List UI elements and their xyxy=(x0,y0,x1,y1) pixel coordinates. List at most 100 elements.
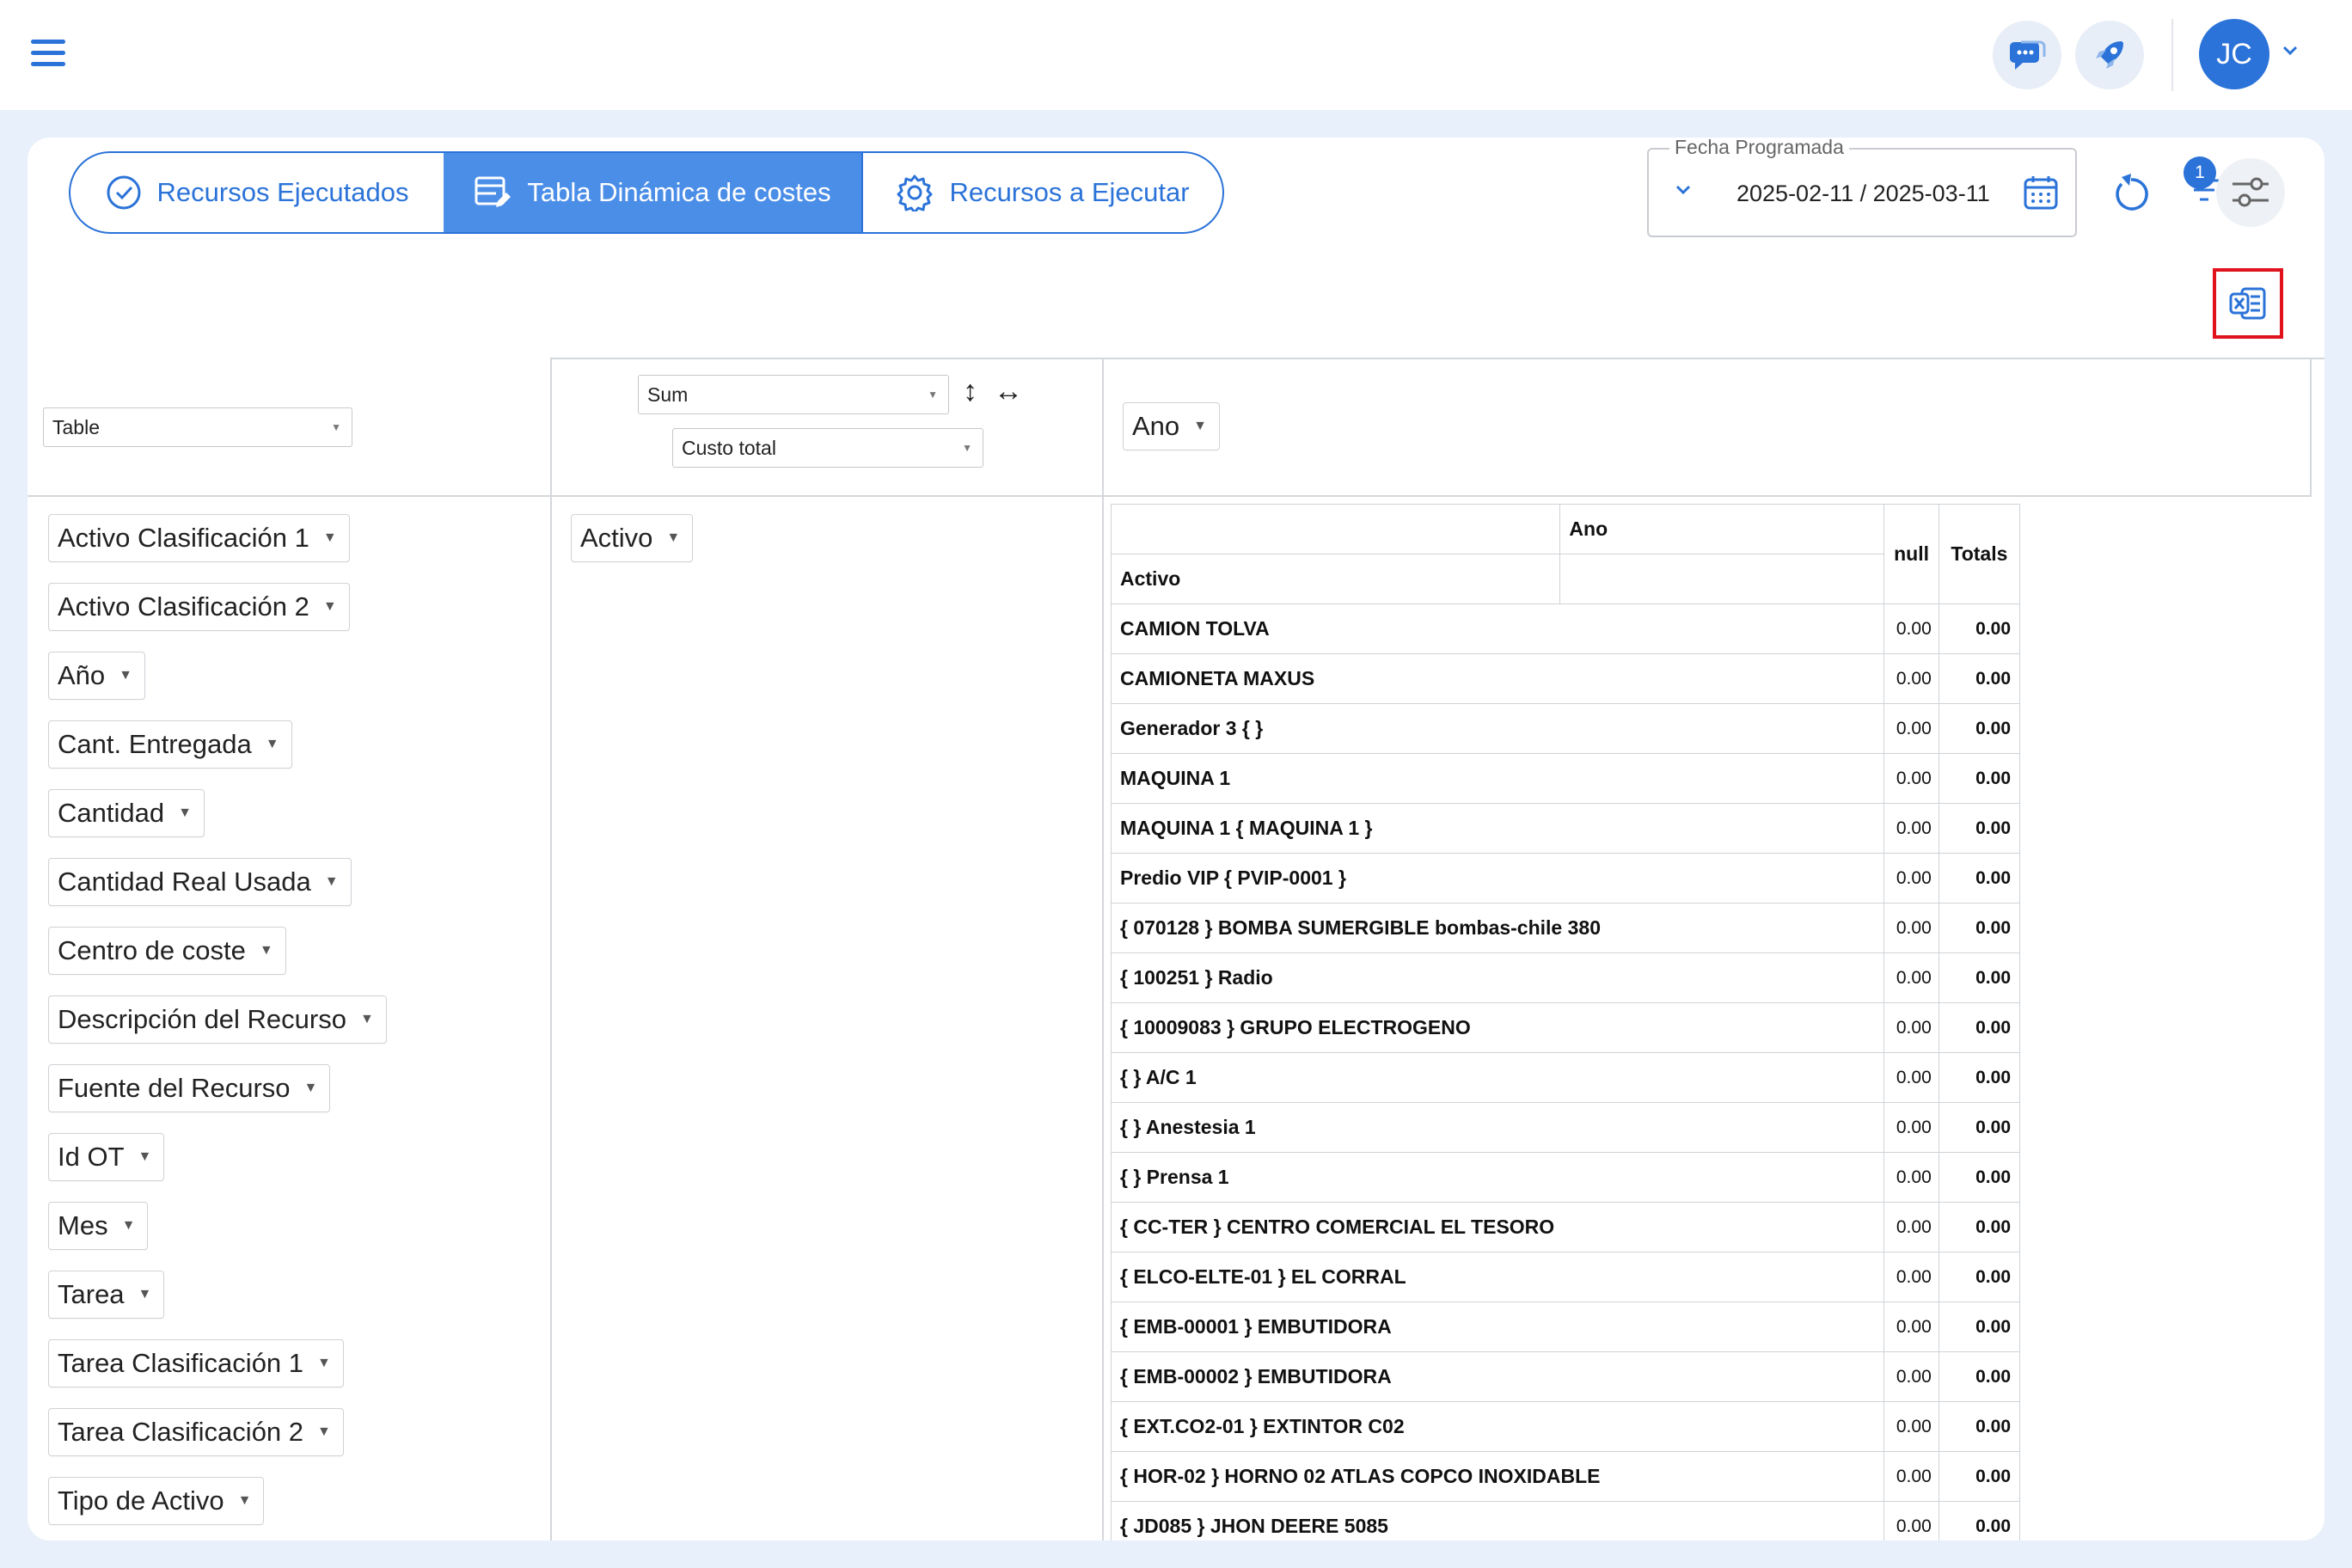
pill-label: Fuente del Recurso xyxy=(58,1073,291,1103)
chevron-down-icon: ▼ xyxy=(1193,419,1208,433)
value-cell: 0.00 xyxy=(1883,1202,1939,1253)
null-header-cell: null xyxy=(1883,504,1939,604)
total-cell: 0.00 xyxy=(1938,1451,2021,1502)
field-pill[interactable]: Activo Clasificación 2 ▼ xyxy=(48,583,350,631)
pivot-divider xyxy=(28,495,2311,497)
chevron-down-icon: ▼ xyxy=(322,599,337,614)
chevron-down-icon: ▼ xyxy=(303,1081,318,1095)
view-tabs: Recursos Ejecutados Tabla Dinámica de co… xyxy=(69,151,1224,234)
table-row: { 100251 } Radio 0.00 0.00 xyxy=(1110,952,2021,1003)
total-cell: 0.00 xyxy=(1938,1052,2021,1103)
pill-label: Ano xyxy=(1132,411,1180,441)
pill-label: Id OT xyxy=(58,1142,125,1172)
tab-recursos-ejecutados[interactable]: Recursos Ejecutados xyxy=(70,153,444,232)
field-pill[interactable]: Año ▼ xyxy=(48,652,146,700)
field-pill[interactable]: Tarea ▼ xyxy=(48,1271,165,1319)
pill-label: Activo xyxy=(580,523,653,553)
value-cell: 0.00 xyxy=(1883,1252,1939,1302)
row-label-cell: { JD085 } JHON DEERE 5085 xyxy=(1110,1501,1885,1540)
avatar-initials: JC xyxy=(2216,37,2252,70)
pill-label: Centro de coste xyxy=(58,935,246,965)
row-label-cell: { } Anestesia 1 xyxy=(1110,1102,1885,1153)
chevron-down-icon: ▼ xyxy=(119,668,133,683)
total-cell: 0.00 xyxy=(1938,853,2021,903)
calendar-icon[interactable] xyxy=(2022,174,2060,211)
pill-label: Activo Clasificación 2 xyxy=(58,591,309,622)
field-pill[interactable]: Centro de coste ▼ xyxy=(48,927,286,975)
table-row: MAQUINA 1 0.00 0.00 xyxy=(1110,753,2021,804)
rocket-button[interactable] xyxy=(2075,21,2144,89)
total-cell: 0.00 xyxy=(1938,1351,2021,1402)
chat-support-button[interactable] xyxy=(1993,21,2061,89)
row-field-pill[interactable]: Activo ▼ xyxy=(571,514,694,562)
total-cell: 0.00 xyxy=(1938,803,2021,854)
field-pill[interactable]: Fuente del Recurso ▼ xyxy=(48,1064,331,1112)
row-label-cell: CAMION TOLVA xyxy=(1110,603,1885,654)
col-header-cell: Ano xyxy=(1559,504,1885,554)
renderer-value: Table xyxy=(52,415,100,438)
col-order-icon[interactable]: ↔ xyxy=(994,375,1023,408)
total-cell: 0.00 xyxy=(1938,903,2021,953)
chevron-down-icon: ▼ xyxy=(259,943,273,958)
field-pill[interactable]: Cantidad Real Usada ▼ xyxy=(48,858,352,906)
pill-label: Tipo de Activo xyxy=(58,1485,224,1516)
value-cell: 0.00 xyxy=(1883,1501,1939,1540)
aggregator-value: Sum xyxy=(647,383,689,406)
value-cell: 0.00 xyxy=(1883,1102,1939,1153)
field-pill[interactable]: Tarea Clasificación 1 ▼ xyxy=(48,1339,344,1387)
chevron-down-icon: ▼ xyxy=(317,1356,331,1370)
chevron-down-icon: ▼ xyxy=(121,1218,136,1233)
total-cell: 0.00 xyxy=(1938,1202,2021,1253)
field-pill[interactable]: Descripción del Recurso ▼ xyxy=(48,995,387,1044)
date-range-field[interactable]: Fecha Programada 2025-02-11 / 2025-03-11 xyxy=(1647,138,2077,237)
row-label-cell: { EXT.CO2-01 } EXTINTOR C02 xyxy=(1110,1401,1885,1452)
total-cell: 0.00 xyxy=(1938,1401,2021,1452)
field-pill[interactable]: Cantidad ▼ xyxy=(48,789,205,837)
aggregator-field-select[interactable]: Custo total ▼ xyxy=(672,428,983,468)
value-cell: 0.00 xyxy=(1883,853,1939,903)
tab-tabla-dinamica[interactable]: Tabla Dinámica de costes xyxy=(444,153,861,232)
settings-sliders-button[interactable] xyxy=(2216,158,2285,227)
aggregator-select[interactable]: Sum ▼ xyxy=(638,375,949,414)
table-row: { 070128 } BOMBA SUMERGIBLE bombas-chile… xyxy=(1110,903,2021,953)
toolbar-divider xyxy=(2171,19,2173,91)
value-cell: 0.00 xyxy=(1883,1052,1939,1103)
row-header-cell: Activo xyxy=(1110,554,1561,604)
pivot-divider xyxy=(2310,358,2312,497)
field-pill[interactable]: Cant. Entregada ▼ xyxy=(48,720,292,769)
value-cell: 0.00 xyxy=(1883,1302,1939,1352)
table-row: CAMIONETA MAXUS 0.00 0.00 xyxy=(1110,653,2021,704)
column-field-pill[interactable]: Ano ▼ xyxy=(1123,402,1221,450)
field-pill[interactable]: Activo Clasificación 1 ▼ xyxy=(48,514,350,562)
tab-recursos-a-ejecutar[interactable]: Recursos a Ejecutar xyxy=(861,153,1222,232)
chevron-down-icon[interactable] xyxy=(1675,184,1692,196)
total-cell: 0.00 xyxy=(1938,1002,2021,1053)
export-excel-button[interactable] xyxy=(2213,268,2283,339)
chevron-down-icon[interactable] xyxy=(2282,45,2299,57)
renderer-select[interactable]: Table ▼ xyxy=(43,407,352,447)
pill-label: Descripción del Recurso xyxy=(58,1004,346,1034)
row-order-icon[interactable]: ↕ xyxy=(963,375,977,408)
chevron-down-icon: ▼ xyxy=(928,389,938,401)
row-label-cell: { EMB-00001 } EMBUTIDORA xyxy=(1110,1302,1885,1352)
hamburger-menu-icon[interactable] xyxy=(31,40,65,67)
table-row: MAQUINA 1 { MAQUINA 1 } 0.00 0.00 xyxy=(1110,803,2021,854)
rocket-icon xyxy=(2096,41,2123,69)
total-cell: 0.00 xyxy=(1938,1102,2021,1153)
total-cell: 0.00 xyxy=(1938,1252,2021,1302)
avatar[interactable]: JC xyxy=(2199,19,2269,89)
pill-label: Tarea xyxy=(58,1279,125,1309)
excel-export-icon xyxy=(2229,287,2266,320)
field-pill[interactable]: Tarea Clasificación 2 ▼ xyxy=(48,1408,344,1456)
field-pill[interactable]: Id OT ▼ xyxy=(48,1133,165,1181)
value-cell: 0.00 xyxy=(1883,803,1939,854)
refresh-icon[interactable] xyxy=(2111,172,2151,215)
pill-label: Cantidad xyxy=(58,798,165,828)
top-bar: JC xyxy=(0,0,2352,110)
field-pill[interactable]: Tipo de Activo ▼ xyxy=(48,1477,265,1525)
total-cell: 0.00 xyxy=(1938,753,2021,804)
row-label-cell: { 10009083 } GRUPO ELECTROGENO xyxy=(1110,1002,1885,1053)
field-pill[interactable]: Mes ▼ xyxy=(48,1202,149,1250)
header-corner xyxy=(1110,504,1561,554)
value-cell: 0.00 xyxy=(1883,1401,1939,1452)
